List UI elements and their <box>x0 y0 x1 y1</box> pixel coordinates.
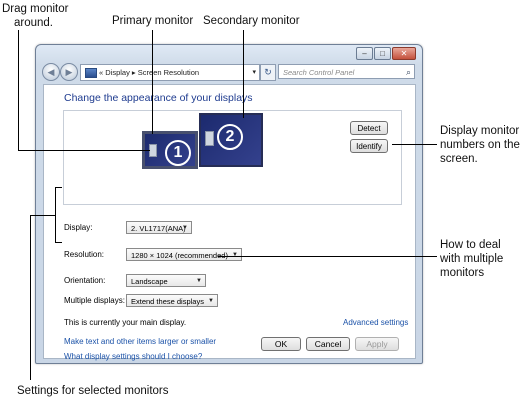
monitor-thumbnail-icon <box>149 144 157 157</box>
callout-line: Display monitor <box>440 125 520 137</box>
callout-line: screen. <box>440 153 478 165</box>
multiple-displays-label: Multiple displays: <box>64 296 125 305</box>
breadcrumb: « Display ▸ Screen Resolution <box>99 68 200 77</box>
callout-line: How to deal <box>440 239 501 251</box>
resolution-label: Resolution: <box>64 250 105 259</box>
computer-icon <box>85 68 97 78</box>
cancel-button[interactable]: Cancel <box>306 337 350 351</box>
callout-primary-monitor: Primary monitor <box>112 14 193 28</box>
display-help-link[interactable]: What display settings should I choose? <box>64 352 202 361</box>
display-value: 2. VL1717(ANA) <box>131 224 186 233</box>
orientation-label: Orientation: <box>64 276 106 285</box>
content-pane: Change the appearance of your displays 2… <box>43 84 416 361</box>
maximize-icon[interactable]: □ <box>374 47 391 60</box>
refresh-icon[interactable]: ↻ <box>260 64 276 81</box>
chevron-down-icon[interactable]: ▾ <box>252 65 256 80</box>
page-title: Change the appearance of your displays <box>64 92 253 104</box>
search-placeholder: Search Control Panel <box>283 68 355 77</box>
ok-button[interactable]: OK <box>261 337 301 351</box>
callout-drag-monitor: Drag monitor around. <box>2 2 68 30</box>
monitor-1-primary[interactable]: 1 <box>142 131 198 169</box>
close-icon[interactable]: ✕ <box>392 47 416 60</box>
window-controls: – □ ✕ <box>356 47 416 60</box>
detect-button[interactable]: Detect <box>350 121 388 135</box>
forward-arrow-icon[interactable]: ▶ <box>60 63 78 81</box>
search-icon[interactable]: ⌕ <box>406 65 411 80</box>
back-arrow-icon[interactable]: ◀ <box>42 63 60 81</box>
monitor-arrangement-panel: 2 1 Detect Identify <box>63 110 402 205</box>
chevron-down-icon: ▼ <box>208 298 214 304</box>
callout-line: numbers on the <box>440 139 520 151</box>
screen-resolution-window: – □ ✕ ◀ ▶ « Display ▸ Screen Resolution … <box>35 44 423 364</box>
main-display-note: This is currently your main display. <box>64 318 187 327</box>
callout-line: Drag monitor <box>2 3 69 15</box>
monitor-2-secondary[interactable]: 2 <box>199 113 263 167</box>
callout-line: Settings for selected monitors <box>17 385 169 397</box>
apply-button[interactable]: Apply <box>355 337 399 351</box>
orientation-value: Landscape <box>131 277 168 286</box>
orientation-select[interactable]: Landscape ▼ <box>126 274 206 287</box>
callout-line: Primary monitor <box>112 15 194 27</box>
display-select[interactable]: 2. VL1717(ANA) ▼ <box>126 221 192 234</box>
monitor-number-2: 2 <box>217 124 243 150</box>
callout-line: around. <box>14 17 54 29</box>
resolution-select[interactable]: 1280 × 1024 (recommended) ▼ <box>126 248 242 261</box>
address-bar[interactable]: « Display ▸ Screen Resolution ▾ <box>80 64 260 81</box>
callout-settings-selected: Settings for selected monitors <box>17 384 169 398</box>
navigation-bar: ◀ ▶ « Display ▸ Screen Resolution ▾ ↻ Se… <box>42 63 416 81</box>
identify-button[interactable]: Identify <box>350 139 388 153</box>
chevron-down-icon: ▼ <box>196 278 202 284</box>
advanced-settings-link[interactable]: Advanced settings <box>343 318 408 327</box>
chevron-down-icon: ▼ <box>182 225 188 231</box>
callout-line: with multiple <box>440 253 504 265</box>
text-size-link[interactable]: Make text and other items larger or smal… <box>64 337 216 346</box>
display-label: Display: <box>64 223 93 232</box>
search-input[interactable]: Search Control Panel ⌕ <box>278 64 415 79</box>
multiple-displays-select[interactable]: Extend these displays ▼ <box>126 294 218 307</box>
callout-secondary-monitor: Secondary monitor <box>203 14 300 28</box>
minimize-icon[interactable]: – <box>356 47 373 60</box>
monitor-number-1: 1 <box>165 140 191 166</box>
callout-multiple-monitors: How to deal with multiple monitors <box>440 238 503 280</box>
callout-line: monitors <box>440 267 485 279</box>
chevron-down-icon: ▼ <box>232 252 238 258</box>
multiple-displays-value: Extend these displays <box>131 297 204 306</box>
monitor-thumbnail-icon <box>205 131 214 146</box>
callout-line: Secondary monitor <box>203 15 300 27</box>
resolution-value: 1280 × 1024 (recommended) <box>131 251 228 260</box>
callout-display-numbers: Display monitor numbers on the screen. <box>440 124 520 166</box>
